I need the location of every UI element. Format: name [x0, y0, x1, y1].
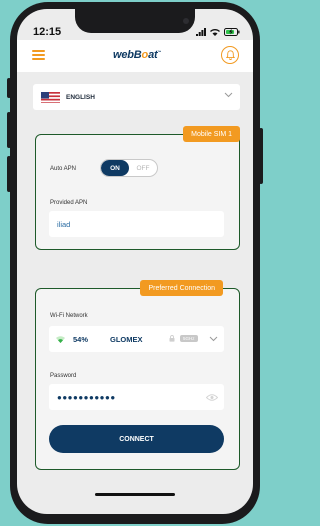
volume-down-button	[7, 156, 11, 192]
toggle-off-option[interactable]: OFF	[129, 160, 157, 176]
wifi-band-badge: 5GHz	[180, 335, 198, 342]
notification-bell-icon[interactable]	[221, 46, 239, 64]
camera	[183, 18, 189, 24]
show-password-eye-icon[interactable]	[206, 394, 218, 401]
mute-switch	[7, 78, 11, 98]
language-select[interactable]: ENGLISH	[33, 84, 240, 110]
toggle-on-option[interactable]: ON	[101, 160, 129, 176]
card-badge-preferred-connection: Preferred Connection	[140, 280, 223, 296]
connect-button[interactable]: CONNECT	[49, 425, 224, 453]
provided-apn-field[interactable]: iliad	[49, 211, 224, 237]
wifi-network-select[interactable]: 54% GLOMEX 5GHz	[49, 326, 224, 352]
chevron-down-icon	[209, 336, 218, 342]
lock-icon	[169, 335, 175, 342]
wifi-network-label: Wi-Fi Network	[50, 313, 88, 319]
home-indicator	[95, 493, 175, 496]
password-field[interactable]: ●●●●●●●●●●●	[49, 384, 224, 410]
chevron-down-icon	[224, 92, 233, 98]
provided-apn-value: iliad	[57, 220, 71, 229]
cellular-signal-icon	[196, 28, 206, 36]
wifi-ssid: GLOMEX	[110, 334, 143, 344]
wifi-signal-percent: 54%	[73, 334, 89, 344]
volume-up-button	[7, 112, 11, 148]
provided-apn-label: Provided APN	[50, 200, 88, 206]
battery-charging-icon	[224, 28, 240, 36]
us-flag-icon	[41, 91, 60, 103]
power-button	[259, 128, 263, 184]
auto-apn-toggle[interactable]: ON OFF	[100, 159, 158, 177]
preferred-connection-card: Preferred Connection Wi-Fi Network 54% G…	[35, 280, 240, 470]
language-label: ENGLISH	[66, 93, 95, 101]
wifi-status-icon	[210, 29, 220, 36]
hamburger-menu-icon[interactable]	[32, 50, 45, 60]
card-badge-mobile-sim: Mobile SIM 1	[183, 126, 240, 142]
auto-apn-label: Auto APN	[50, 166, 77, 172]
status-icons	[196, 28, 240, 36]
notch	[75, 9, 195, 33]
logo-part: web	[113, 49, 134, 61]
webboat-logo: webBoat™	[113, 49, 162, 61]
status-time: 12:15	[33, 26, 62, 38]
app-header: webBoat™	[17, 40, 253, 72]
password-label: Password	[50, 373, 77, 379]
password-value: ●●●●●●●●●●●	[57, 393, 116, 402]
wifi-signal-icon	[56, 335, 65, 343]
mobile-sim-card: Mobile SIM 1 Auto APN ON OFF Provided AP…	[35, 126, 240, 250]
